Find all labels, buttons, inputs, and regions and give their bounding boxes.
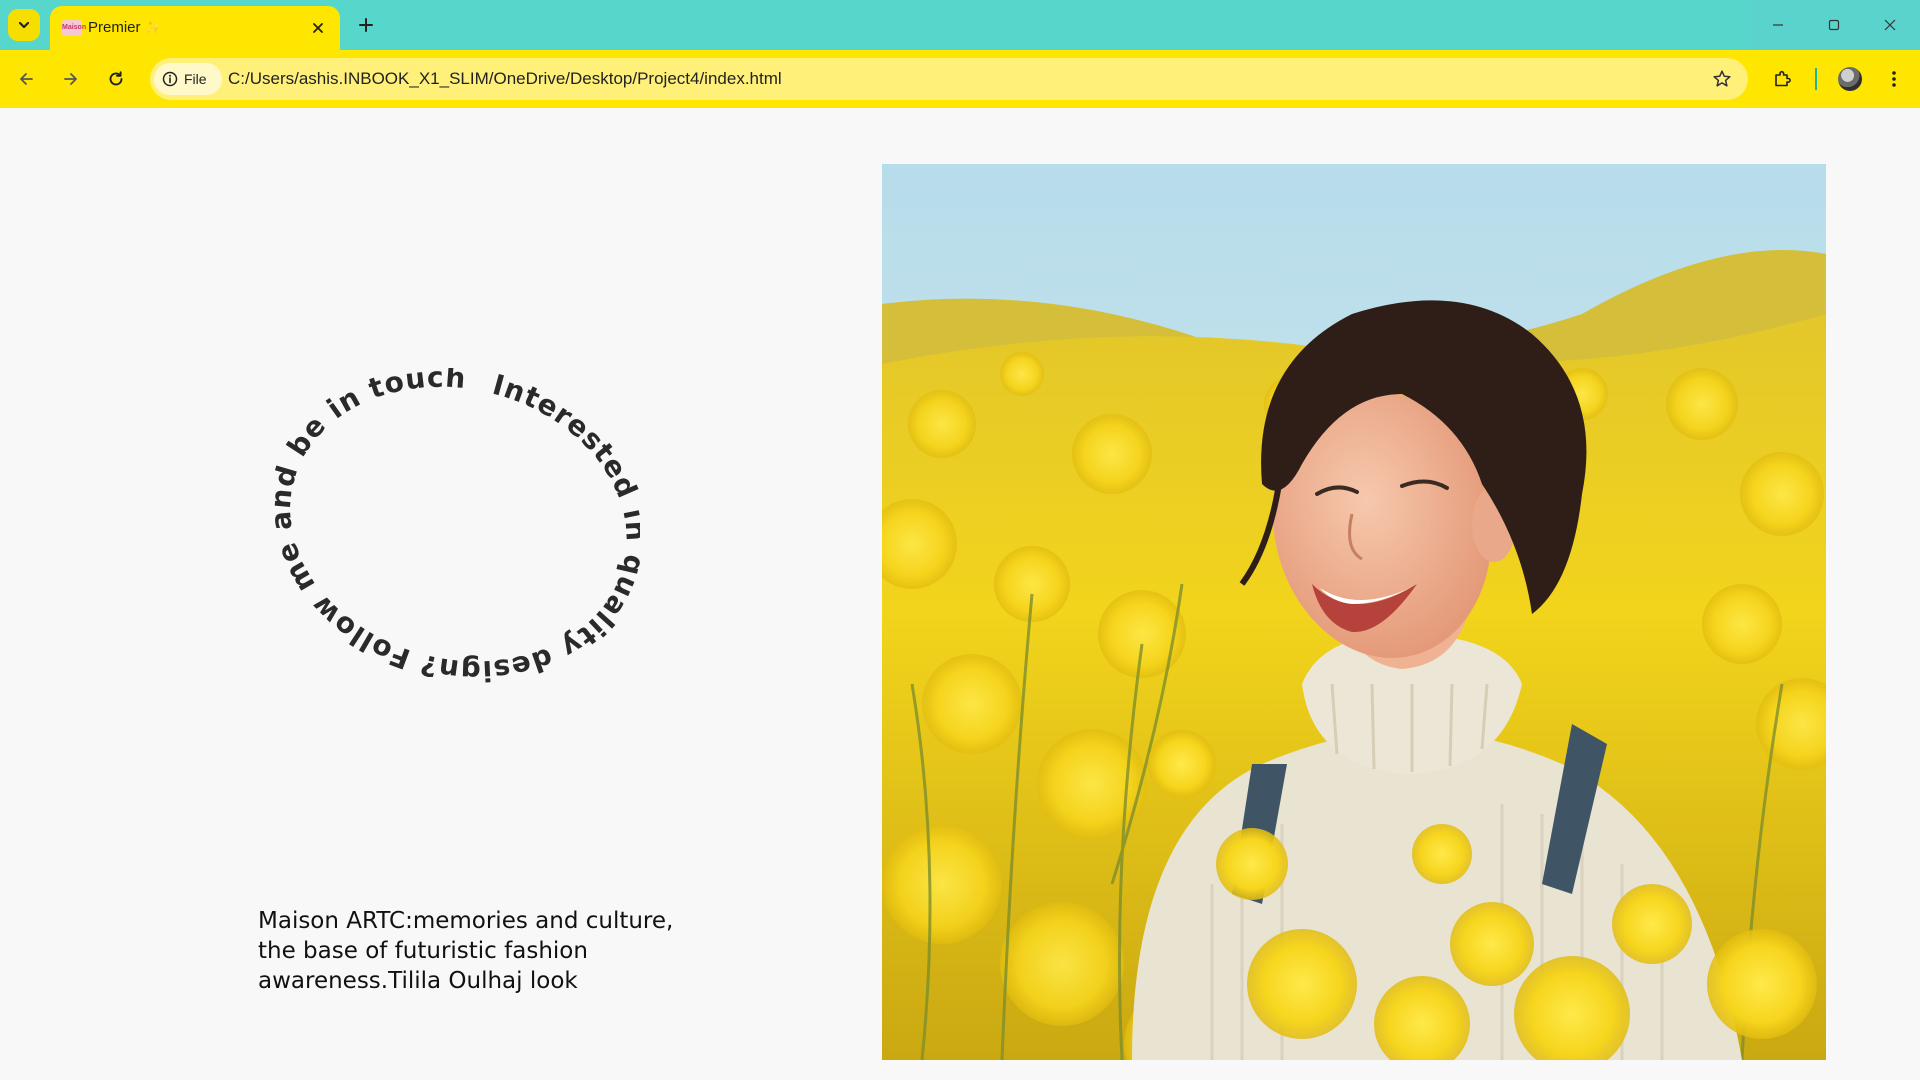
caption-line: Maison ARTC:memories and culture, [258, 908, 674, 934]
caption-text: Maison ARTC:memories and culture, the ba… [258, 906, 678, 996]
plus-icon [359, 18, 373, 32]
circular-text-badge: Interested in quality design? Follow me … [229, 320, 688, 748]
close-icon [1884, 19, 1896, 31]
circular-text: Interested in quality design? Follow me … [260, 368, 640, 728]
close-icon [313, 23, 323, 33]
minimize-button[interactable] [1750, 0, 1806, 50]
profile-button[interactable] [1834, 63, 1866, 95]
avatar [1838, 67, 1862, 91]
toolbar-divider [1815, 68, 1817, 90]
tab-search-button[interactable] [8, 9, 40, 41]
more-vertical-icon [1892, 71, 1896, 87]
caption-line: the base of futuristic fashion [258, 938, 588, 964]
info-icon [162, 71, 178, 87]
star-icon [1713, 70, 1731, 87]
browser-tab-active[interactable]: Maison Premier ✨ [50, 6, 340, 50]
tab-title-text: Premier [88, 19, 141, 36]
tab-close-button[interactable] [308, 18, 328, 38]
reload-button[interactable] [100, 63, 132, 95]
new-tab-button[interactable] [352, 11, 380, 39]
circular-text-path: Interested in quality design? Follow me … [229, 320, 688, 728]
address-bar[interactable]: File C:/Users/ashis.INBOOK_X1_SLIM/OneDr… [150, 58, 1748, 100]
forward-button[interactable] [55, 63, 87, 95]
bookmark-star-button[interactable] [1710, 67, 1734, 91]
maximize-button[interactable] [1806, 0, 1862, 50]
chevron-down-icon [18, 21, 30, 29]
circular-text-svg: Interested in quality design? Follow me … [229, 320, 688, 728]
arrow-right-icon [64, 73, 77, 85]
hero-photo-illustration [882, 164, 1826, 1060]
tab-title-sparkle: ✨ [144, 20, 161, 35]
browser-titlebar: Maison Premier ✨ [0, 0, 1920, 50]
caption-line: awareness.Tilila Oulhaj look [258, 968, 578, 994]
page-content: Interested in quality design? Follow me … [0, 108, 1920, 1080]
back-button[interactable] [10, 63, 42, 95]
window-close-button[interactable] [1862, 0, 1918, 50]
tab-title: Premier ✨ [88, 19, 161, 36]
tab-favicon-icon: Maison [62, 20, 86, 36]
reload-icon [109, 71, 123, 86]
minimize-icon [1773, 24, 1783, 26]
window-controls [1750, 0, 1920, 50]
hero-photo [882, 164, 1826, 1060]
maximize-icon [1828, 19, 1840, 31]
extensions-button[interactable] [1766, 63, 1798, 95]
site-info-chip[interactable]: File [154, 63, 222, 95]
arrow-left-icon [20, 73, 33, 85]
site-chip-label: File [184, 71, 207, 87]
browser-toolbar: File C:/Users/ashis.INBOOK_X1_SLIM/OneDr… [0, 50, 1920, 108]
browser-menu-button[interactable] [1878, 63, 1910, 95]
url-text[interactable]: C:/Users/ashis.INBOOK_X1_SLIM/OneDrive/D… [228, 69, 782, 89]
puzzle-icon [1775, 70, 1791, 87]
